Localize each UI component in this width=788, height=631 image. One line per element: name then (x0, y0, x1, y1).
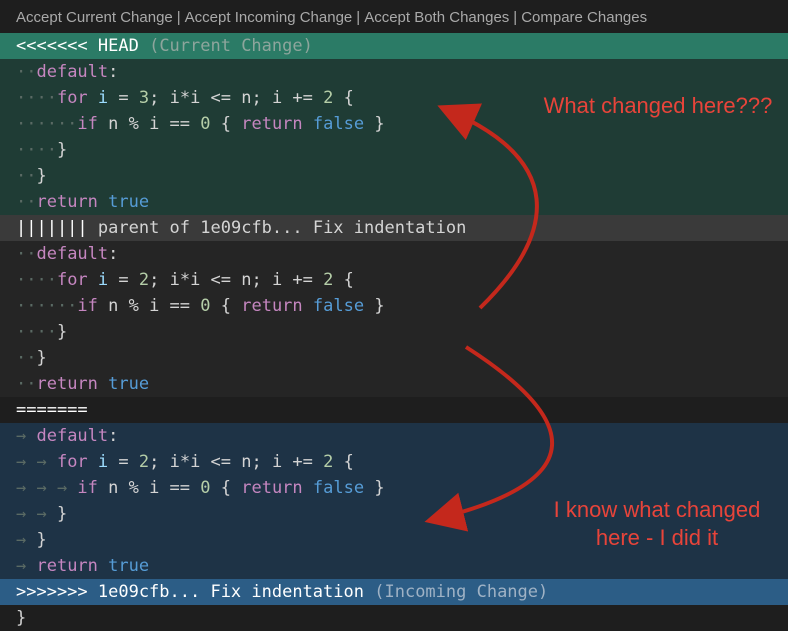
annotation-top: What changed here??? (543, 93, 773, 118)
annotation-bottom-line2: here - I did it (595, 525, 719, 550)
annotation-bottom-line1: I know what changed (553, 497, 761, 522)
arrow-down-icon (424, 345, 555, 532)
arrow-up-icon (437, 103, 539, 310)
code-token: } (16, 608, 27, 628)
